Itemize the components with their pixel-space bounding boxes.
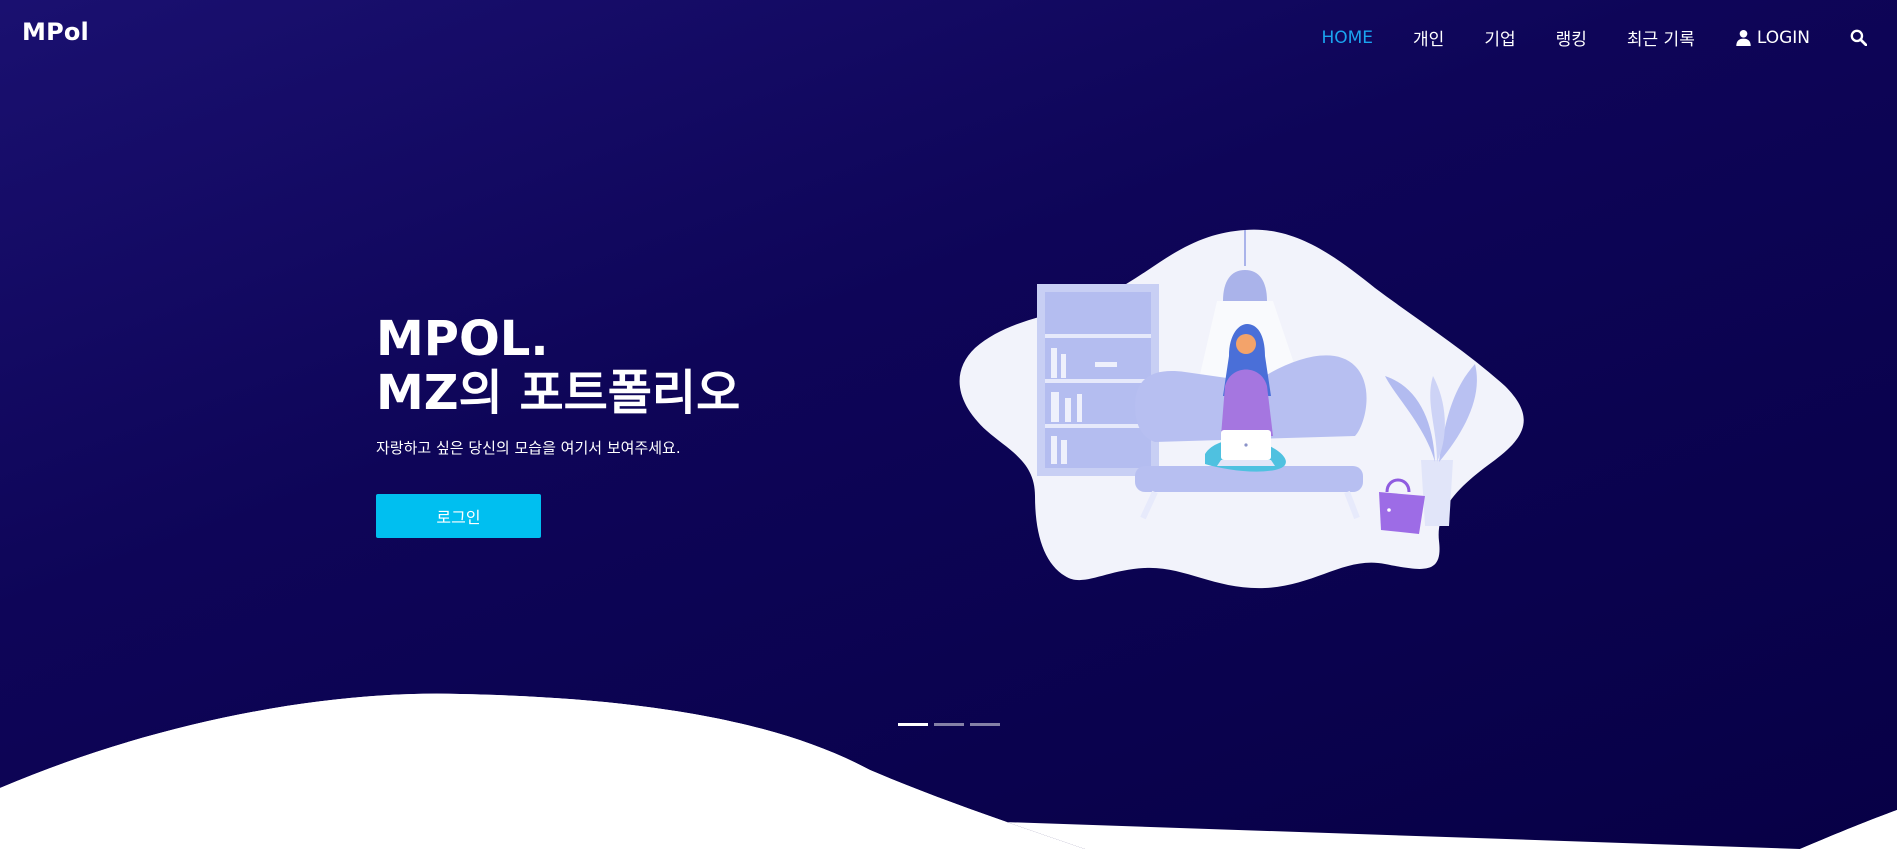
nav-item-recent[interactable]: 최근 기록 [1627,25,1695,50]
brand-logo[interactable]: MPol [22,18,89,46]
nav-item-label: 랭킹 [1555,30,1587,50]
search-button[interactable] [1850,29,1867,46]
bottom-wave [0,693,1897,849]
carousel-indicator-2[interactable] [934,723,964,726]
main-nav: HOME 개인 기업 랭킹 최근 기록 LOGIN [1321,25,1867,50]
search-icon [1850,29,1867,46]
hero-headline-line2: MZ의 포트폴리오 [376,365,741,421]
hero-text: MPOL. MZ의 포트폴리오 자랑하고 싶은 당신의 모습을 여기서 보여주세… [376,312,740,458]
hero-headline-line1: MPOL. [376,311,549,367]
nav-item-home[interactable]: HOME [1321,28,1373,48]
nav-item-personal[interactable]: 개인 [1413,25,1444,50]
carousel-indicators [898,723,1000,726]
nav-item-label: LOGIN [1756,27,1810,48]
nav-item-label: HOME [1321,27,1374,48]
login-button[interactable]: 로그인 [376,494,541,538]
carousel-indicator-3[interactable] [970,723,1000,726]
nav-item-label: 기업 [1484,30,1516,50]
hero-illustration [959,229,1524,589]
nav-item-ranking[interactable]: 랭킹 [1556,25,1587,50]
hero-subtitle: 자랑하고 싶은 당신의 모습을 여기서 보여주세요. [376,439,681,457]
nav-item-login[interactable]: LOGIN [1735,28,1810,48]
nav-item-company[interactable]: 기업 [1484,25,1515,50]
nav-item-label: 개인 [1413,30,1445,50]
carousel-indicator-1[interactable] [898,723,928,726]
hero-section: MPol HOME 개인 기업 랭킹 최근 기록 LOGIN MPOL. MZ의… [0,0,1897,849]
nav-item-label: 최근 기록 [1626,30,1695,50]
hero-headline: MPOL. MZ의 포트폴리오 [376,312,740,420]
user-icon [1735,29,1752,46]
